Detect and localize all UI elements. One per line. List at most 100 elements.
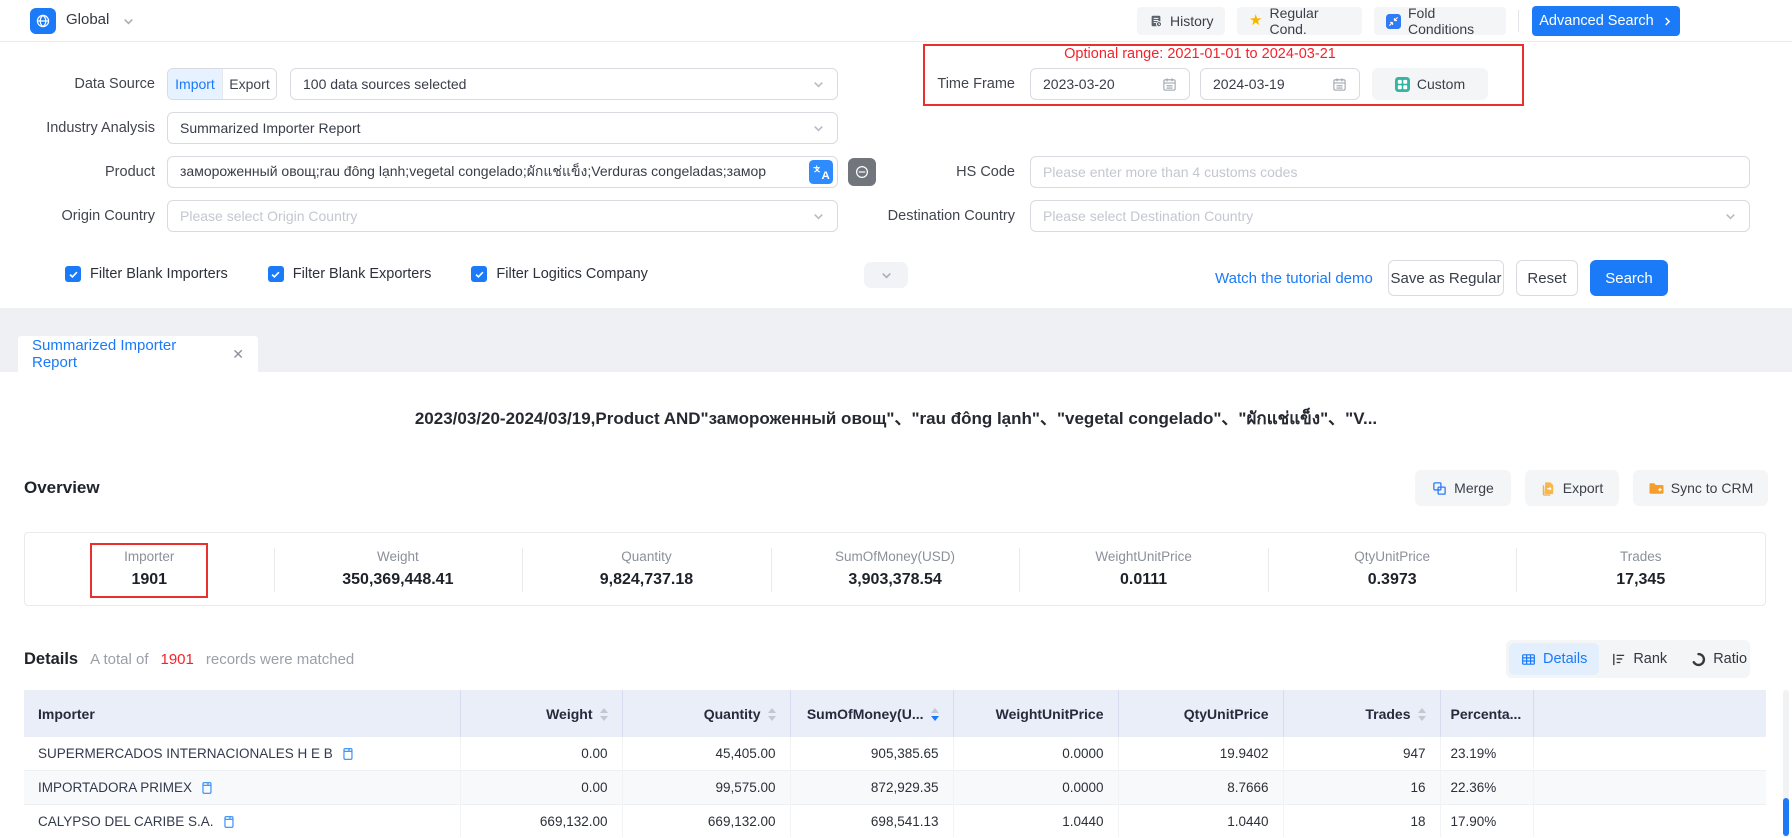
total-suffix: records were matched	[206, 651, 354, 668]
col-quantity[interactable]: Quantity	[622, 690, 790, 737]
wup-cell: 0.0000	[953, 771, 1118, 805]
merge-button[interactable]: Merge	[1415, 470, 1511, 506]
sort-icon-active-desc[interactable]	[931, 708, 939, 721]
stat-label: SumOfMoney(USD)	[835, 549, 955, 564]
sync-to-crm-button[interactable]: Sync to CRM	[1633, 470, 1768, 506]
details-summary: Details A total of 1901 records were mat…	[24, 650, 354, 669]
no-translate-icon[interactable]	[848, 158, 876, 186]
overview-heading: Overview	[24, 478, 100, 498]
industry-analysis-value: Summarized Importer Report	[180, 120, 361, 136]
view-details-button[interactable]: Details	[1509, 643, 1599, 675]
sort-icon[interactable]	[768, 708, 776, 721]
start-date-input[interactable]: 2023-03-20	[1030, 68, 1190, 100]
history-button[interactable]: History	[1137, 7, 1225, 35]
importer-name[interactable]: SUPERMERCADOS INTERNACIONALES H E B	[38, 746, 333, 761]
trades-cell: 18	[1283, 805, 1440, 838]
product-value: замороженный овощ;rau đông lạnh;vegetal …	[180, 161, 766, 183]
start-date-value: 2023-03-20	[1043, 76, 1115, 92]
scrollbar-thumb[interactable]	[1783, 798, 1789, 836]
stat-quantity: Quantity 9,824,737.18	[522, 533, 771, 605]
table-icon	[1521, 652, 1536, 667]
details-heading: Details	[24, 650, 78, 669]
sort-icon[interactable]	[600, 708, 608, 721]
product-input[interactable]: замороженный овощ;rau đông lạnh;vegetal …	[167, 156, 838, 188]
close-icon[interactable]: ✕	[232, 346, 244, 363]
export-button[interactable]: Export	[1525, 470, 1619, 506]
star-icon: ★	[1249, 14, 1262, 28]
merge-icon	[1432, 481, 1447, 496]
advanced-search-button[interactable]: Advanced Search	[1532, 6, 1680, 36]
chevron-right-icon	[1662, 16, 1673, 27]
sort-icon[interactable]	[1418, 708, 1426, 721]
data-sources-select[interactable]: 100 data sources selected	[290, 68, 838, 100]
col-weight[interactable]: Weight	[460, 690, 622, 737]
search-button[interactable]: Search	[1590, 260, 1668, 296]
stat-value: 17,345	[1616, 571, 1665, 589]
stat-value: 0.3973	[1368, 571, 1417, 589]
pie-icon	[1691, 652, 1706, 667]
industry-analysis-select[interactable]: Summarized Importer Report	[167, 112, 838, 144]
view-ratio-button[interactable]: Ratio	[1679, 643, 1759, 675]
regular-cond-button[interactable]: ★ Regular Cond.	[1237, 7, 1362, 35]
tutorial-demo-link[interactable]: Watch the tutorial demo	[1215, 270, 1380, 287]
details-table: Importer Weight Quantity SumOfMoney(U...…	[24, 690, 1766, 837]
table-row[interactable]: IMPORTADORA PRIMEX 0.00 99,575.00 872,92…	[24, 771, 1766, 805]
table-row[interactable]: CALYPSO DEL CARIBE S.A. 669,132.00 669,1…	[24, 805, 1766, 838]
contact-card-icon[interactable]	[222, 815, 235, 829]
trades-cell: 947	[1283, 737, 1440, 771]
stat-weight-unit-price: WeightUnitPrice 0.0111	[1019, 533, 1268, 605]
stat-value: 1901	[131, 571, 167, 589]
chevron-down-icon[interactable]	[122, 15, 135, 28]
collapse-form-button[interactable]	[864, 262, 908, 288]
overview-stats-card: Importer 1901 Weight 350,369,448.41 Quan…	[24, 532, 1766, 606]
col-percentage[interactable]: Percenta...	[1440, 690, 1533, 737]
data-source-label: Data Source	[15, 75, 155, 93]
col-sum-of-money[interactable]: SumOfMoney(U...	[790, 690, 953, 737]
stat-weight: Weight 350,369,448.41	[274, 533, 523, 605]
filter-blank-importers-checkbox[interactable]: Filter Blank Importers	[65, 266, 228, 282]
data-source-toggle: Import Export	[167, 68, 277, 100]
stat-label: Trades	[1620, 549, 1662, 564]
stat-qty-unit-price: QtyUnitPrice 0.3973	[1268, 533, 1517, 605]
checkbox-checked-icon	[268, 266, 284, 282]
reset-button[interactable]: Reset	[1516, 260, 1578, 296]
export-tab[interactable]: Export	[222, 69, 276, 99]
stat-label: WeightUnitPrice	[1095, 549, 1192, 564]
translate-icon[interactable]: A	[809, 160, 833, 184]
destination-country-select[interactable]: Please select Destination Country	[1030, 200, 1750, 232]
chevron-down-icon	[812, 210, 825, 223]
globe-icon	[30, 8, 56, 34]
table-header-row: Importer Weight Quantity SumOfMoney(U...…	[24, 690, 1766, 737]
topbar-divider	[1518, 10, 1519, 32]
save-as-regular-button[interactable]: Save as Regular	[1388, 260, 1504, 296]
hs-code-placeholder: Please enter more than 4 customs codes	[1043, 164, 1297, 180]
col-trades[interactable]: Trades	[1283, 690, 1440, 737]
custom-range-button[interactable]: Custom	[1372, 68, 1488, 100]
stat-label: QtyUnitPrice	[1354, 549, 1430, 564]
filter-logitics-company-checkbox[interactable]: Filter Logitics Company	[471, 266, 648, 282]
contact-card-icon[interactable]	[200, 781, 213, 795]
view-rank-button[interactable]: Rank	[1599, 643, 1679, 675]
col-weight-unit-price[interactable]: WeightUnitPrice	[953, 690, 1118, 737]
hs-code-input[interactable]: Please enter more than 4 customs codes	[1030, 156, 1750, 188]
filter-blank-exporters-checkbox[interactable]: Filter Blank Exporters	[268, 266, 432, 282]
region-selector-label[interactable]: Global	[66, 11, 109, 28]
destination-country-placeholder: Please select Destination Country	[1043, 208, 1253, 224]
sum-cell: 698,541.13	[790, 805, 953, 838]
contact-card-icon[interactable]	[341, 747, 354, 761]
col-importer[interactable]: Importer	[24, 690, 460, 737]
stat-sum-of-money: SumOfMoney(USD) 3,903,378.54	[771, 533, 1020, 605]
import-tab[interactable]: Import	[168, 69, 222, 99]
importer-name[interactable]: CALYPSO DEL CARIBE S.A.	[38, 814, 214, 829]
weight-cell: 0.00	[460, 771, 622, 805]
tab-summarized-importer-report[interactable]: Summarized Importer Report ✕	[18, 336, 258, 372]
table-row[interactable]: SUPERMERCADOS INTERNACIONALES H E B 0.00…	[24, 737, 1766, 771]
end-date-input[interactable]: 2024-03-19	[1200, 68, 1360, 100]
fold-conditions-button[interactable]: Fold Conditions	[1374, 7, 1506, 35]
col-qty-unit-price[interactable]: QtyUnitPrice	[1118, 690, 1283, 737]
origin-country-select[interactable]: Please select Origin Country	[167, 200, 838, 232]
rank-icon	[1611, 652, 1626, 667]
history-label: History	[1170, 13, 1214, 29]
time-frame-label: Time Frame	[875, 75, 1015, 93]
importer-name[interactable]: IMPORTADORA PRIMEX	[38, 780, 192, 795]
